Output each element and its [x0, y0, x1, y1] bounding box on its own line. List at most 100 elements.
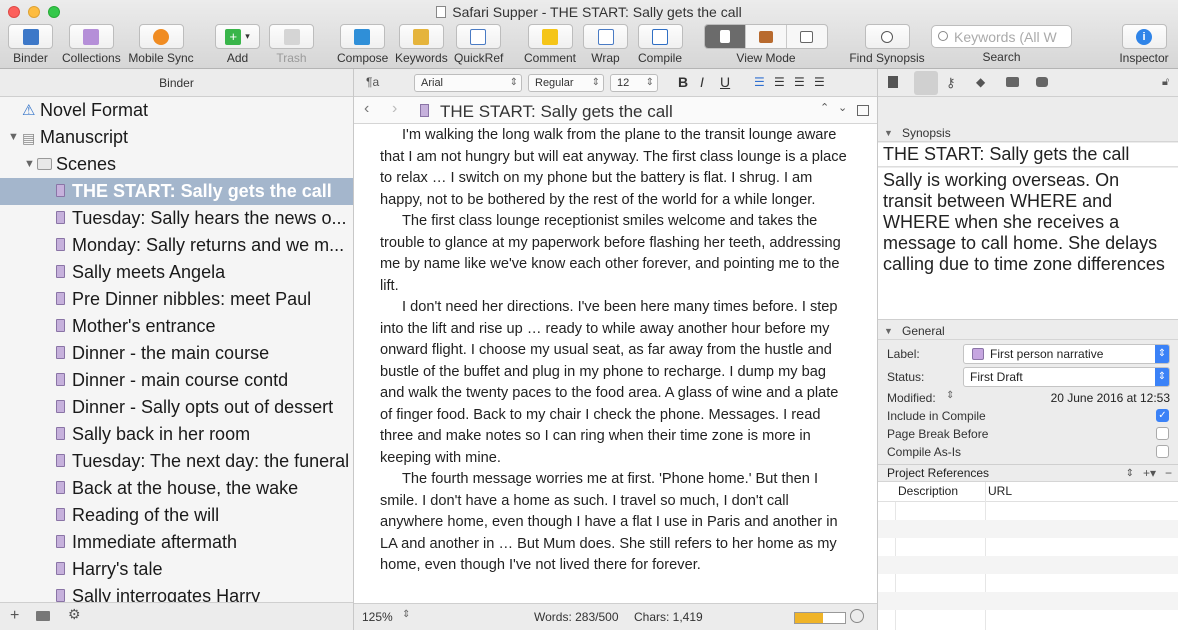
trash-button[interactable]: Trash	[269, 24, 314, 65]
references-table[interactable]: Description URL	[878, 482, 1178, 630]
inspector-tabs: ⚷ ◆ 🔓︎	[878, 69, 1178, 97]
comment-button[interactable]: Comment	[524, 24, 576, 65]
keywords-button[interactable]: Keywords	[395, 24, 448, 65]
document-icon	[56, 184, 65, 197]
back-arrow-icon[interactable]: ‹	[364, 100, 369, 118]
page-break-before-checkbox[interactable]	[1156, 427, 1169, 440]
status-value: First Draft	[970, 370, 1023, 384]
italic-button[interactable]: I	[700, 74, 704, 90]
bookmarks-tab[interactable]	[914, 71, 938, 95]
bold-button[interactable]: B	[678, 74, 688, 90]
binder-item-document[interactable]: Monday: Sally returns and we m...	[0, 232, 353, 259]
font-style-select[interactable]: Regular	[528, 74, 604, 92]
split-editor-icon[interactable]	[857, 105, 869, 116]
table-row	[878, 556, 1178, 574]
binder-item-document[interactable]: Immediate aftermath	[0, 529, 353, 556]
view-mode-scrivenings[interactable]	[705, 25, 747, 48]
view-mode-outliner[interactable]	[787, 25, 827, 48]
add-reference-icon[interactable]: +▾	[1143, 465, 1156, 482]
document-icon	[720, 30, 731, 43]
modified-value: 20 June 2016 at 12:53	[1050, 391, 1170, 405]
binder-item-document[interactable]: Dinner - the main course	[0, 340, 353, 367]
quickref-button[interactable]: QuickRef	[454, 24, 503, 65]
disclosure-triangle-icon[interactable]: ▼	[8, 124, 19, 151]
binder-item-document[interactable]: Dinner - Sally opts out of dessert	[0, 394, 353, 421]
description-column-header[interactable]: Description	[898, 482, 958, 501]
binder-item-document[interactable]: Pre Dinner nibbles: meet Paul	[0, 286, 353, 313]
view-mode-corkboard[interactable]	[746, 25, 787, 48]
synopsis-title-field[interactable]: THE START: Sally gets the call	[878, 143, 1178, 167]
align-justify-icon[interactable]: ☰	[814, 75, 825, 89]
compile-as-is-checkbox[interactable]	[1156, 445, 1169, 458]
chevron-down-icon[interactable]: ⌄	[838, 101, 847, 114]
collections-button[interactable]: Collections	[62, 24, 121, 65]
binder-item-document[interactable]: Reading of the will	[0, 502, 353, 529]
align-left-icon[interactable]: ☰	[754, 75, 765, 89]
chevron-updown-icon[interactable]: ⇕	[402, 609, 410, 620]
inspector-button[interactable]: i Inspector	[1118, 24, 1170, 65]
modified-label: Modified:	[887, 391, 936, 405]
binder-item-document[interactable]: Sally interrogates Harry	[0, 583, 353, 602]
chevron-updown-icon[interactable]: ⇕	[1126, 465, 1134, 482]
binder-item-document[interactable]: Dinner - main course contd	[0, 367, 353, 394]
binder-item-the-start[interactable]: THE START: Sally gets the call	[0, 178, 353, 205]
lock-icon[interactable]: 🔓︎	[1162, 76, 1169, 89]
wrap-button[interactable]: Wrap	[583, 24, 628, 65]
font-size-select[interactable]: 12	[610, 74, 658, 92]
add-button[interactable]: + ▾ Add	[215, 24, 260, 65]
notes-tab-icon[interactable]	[888, 76, 898, 88]
window-title-text: Safari Supper - THE START: Sally gets th…	[452, 4, 742, 20]
toolbar: Safari Supper - THE START: Sally gets th…	[0, 0, 1178, 69]
binder-item-document[interactable]: Tuesday: Sally hears the news o...	[0, 205, 353, 232]
url-column-header[interactable]: URL	[988, 482, 1012, 501]
add-item-icon[interactable]: +	[10, 607, 19, 625]
binder-item-label: Dinner - the main course	[72, 343, 270, 363]
mobile-sync-button[interactable]: Mobile Sync	[127, 24, 195, 65]
key-icon[interactable]: ⚷	[946, 75, 956, 91]
zoom-select[interactable]: 125%	[362, 610, 393, 624]
tag-icon[interactable]: ◆	[976, 75, 985, 89]
binder-item-manuscript[interactable]: ▼ ▤ Manuscript	[0, 124, 353, 151]
binder-button[interactable]: Binder	[8, 24, 53, 65]
font-family-select[interactable]: Arial	[414, 74, 522, 92]
add-folder-icon[interactable]	[36, 611, 50, 621]
align-center-icon[interactable]: ☰	[774, 75, 785, 89]
general-header[interactable]: ▼ General	[878, 323, 1178, 340]
binder-item-document[interactable]: Back at the house, the wake	[0, 475, 353, 502]
forward-arrow-icon[interactable]: ›	[392, 100, 397, 118]
keywords-label: Keywords	[395, 51, 448, 65]
label-select[interactable]: First person narrative ⇕	[963, 344, 1170, 364]
remove-reference-icon[interactable]: −	[1165, 465, 1172, 482]
search-input[interactable]: Keywords (All W	[931, 25, 1072, 48]
disclosure-triangle-icon[interactable]: ▼	[24, 151, 35, 178]
editor-text[interactable]: I'm walking the long walk from the plane…	[380, 125, 851, 577]
chevron-up-icon[interactable]: ⌃	[820, 101, 829, 114]
align-right-icon[interactable]: ☰	[794, 75, 805, 89]
binder-item-novel-format[interactable]: ⚠ Novel Format	[0, 97, 353, 124]
include-in-compile-checkbox[interactable]: ✓	[1156, 409, 1169, 422]
binder-item-label: Tuesday: Sally hears the news o...	[72, 208, 347, 228]
binder-item-document[interactable]: Mother's entrance	[0, 313, 353, 340]
compile-button[interactable]: Compile	[636, 24, 684, 65]
binder-item-scenes[interactable]: ▼ Scenes	[0, 151, 353, 178]
add-icon: +	[225, 28, 242, 45]
word-count: Words: 283/500	[534, 610, 619, 624]
comment-icon[interactable]	[1036, 77, 1048, 87]
underline-button[interactable]: U	[720, 74, 730, 90]
binder-item-document[interactable]: Harry's tale	[0, 556, 353, 583]
binder-item-document[interactable]: Sally back in her room	[0, 421, 353, 448]
synopsis-header[interactable]: ▼ Synopsis	[878, 125, 1178, 142]
gear-icon[interactable]: ⚙	[68, 606, 81, 623]
binder-icon	[22, 28, 39, 45]
compose-button[interactable]: Compose	[337, 24, 388, 65]
find-synopsis-button[interactable]: Find Synopsis	[848, 24, 926, 65]
chevron-updown-icon[interactable]: ⇕	[946, 390, 954, 401]
camera-icon[interactable]	[1006, 77, 1019, 87]
paragraph-style-button[interactable]: ¶a	[366, 75, 379, 89]
target-icon[interactable]	[850, 609, 864, 623]
status-select[interactable]: First Draft ⇕	[963, 367, 1170, 387]
binder-item-label: Dinner - Sally opts out of dessert	[72, 397, 334, 417]
synopsis-text-field[interactable]: Sally is working overseas. On transit be…	[878, 168, 1178, 320]
binder-item-document[interactable]: Sally meets Angela	[0, 259, 353, 286]
binder-item-document[interactable]: Tuesday: The next day: the funeral	[0, 448, 353, 475]
